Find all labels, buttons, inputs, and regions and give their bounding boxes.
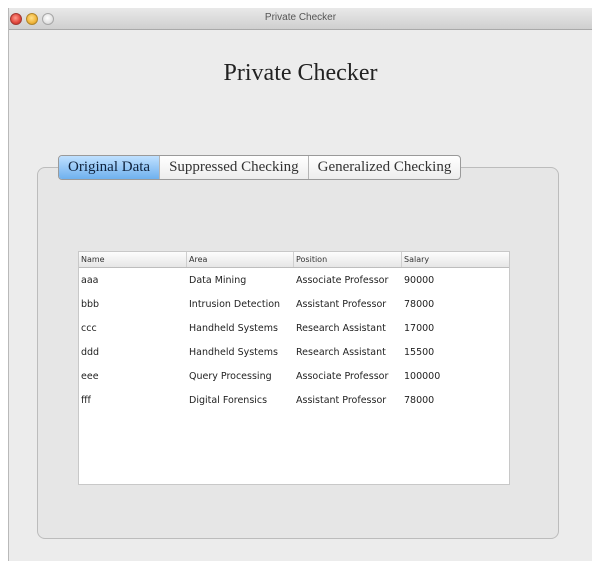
tab-suppressed-checking[interactable]: Suppressed Checking: [160, 156, 309, 179]
table-row[interactable]: aaa Data Mining Associate Professor 9000…: [79, 268, 509, 292]
cell-position: Assistant Professor: [296, 394, 387, 406]
cell-name: bbb: [81, 298, 100, 310]
cell-salary: 15500: [404, 346, 435, 358]
table-row[interactable]: eee Query Processing Associate Professor…: [79, 364, 509, 388]
cell-area: Intrusion Detection: [189, 298, 281, 310]
cell-position: Research Assistant: [296, 322, 386, 334]
cell-area: Digital Forensics: [189, 394, 268, 406]
app-window: Private Checker Private Checker Original…: [8, 8, 592, 561]
cell-area: Handheld Systems: [189, 322, 278, 334]
title-bar[interactable]: Private Checker: [9, 8, 592, 30]
cell-name: ddd: [81, 346, 100, 358]
tab-generalized-checking[interactable]: Generalized Checking: [309, 156, 461, 179]
cell-name: eee: [81, 370, 99, 382]
column-header-position[interactable]: Position: [294, 252, 402, 267]
cell-salary: 100000: [404, 370, 441, 382]
cell-position: Assistant Professor: [296, 298, 387, 310]
table-row[interactable]: fff Digital Forensics Assistant Professo…: [79, 388, 509, 412]
app-heading: Private Checker: [223, 60, 378, 86]
window-title: Private Checker: [264, 12, 337, 23]
cell-name: ccc: [81, 322, 97, 334]
column-header-area[interactable]: Area: [187, 252, 294, 267]
cell-position: Research Assistant: [296, 346, 386, 358]
cell-area: Data Mining: [189, 274, 247, 286]
cell-salary: 78000: [404, 298, 435, 310]
table-row[interactable]: ccc Handheld Systems Research Assistant …: [79, 316, 509, 340]
cell-salary: 90000: [404, 274, 435, 286]
column-header-salary[interactable]: Salary: [402, 252, 509, 267]
cell-salary: 78000: [404, 394, 435, 406]
cell-salary: 17000: [404, 322, 435, 334]
cell-position: Associate Professor: [296, 370, 389, 382]
cell-name: fff: [81, 394, 91, 406]
cell-position: Associate Professor: [296, 274, 389, 286]
table-row[interactable]: ddd Handheld Systems Research Assistant …: [79, 340, 509, 364]
tab-original-data[interactable]: Original Data: [59, 156, 161, 179]
cell-area: Handheld Systems: [189, 346, 278, 358]
cell-name: aaa: [81, 274, 99, 286]
cell-area: Query Processing: [189, 370, 272, 382]
column-header-name[interactable]: Name: [79, 252, 187, 267]
data-table[interactable]: Name Area Position Salary aaa Data Minin…: [78, 251, 510, 485]
table-header: Name Area Position Salary: [79, 252, 509, 268]
table-row[interactable]: bbb Intrusion Detection Assistant Profes…: [79, 292, 509, 316]
tab-bar: Original Data Suppressed Checking Genera…: [58, 155, 462, 180]
